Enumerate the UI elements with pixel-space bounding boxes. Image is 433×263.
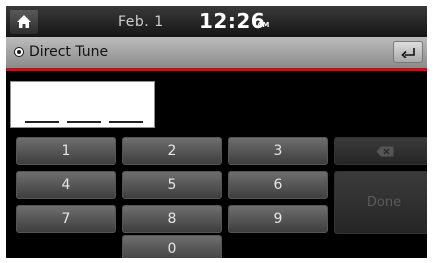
key-0[interactable]: 0 xyxy=(122,235,222,258)
clock-ampm: AM xyxy=(257,21,270,29)
screen: Feb. 1 12:26 AM Direct Tune 1 2 3 4 5 6 … xyxy=(6,6,427,258)
done-button[interactable]: Done xyxy=(334,171,427,234)
key-7[interactable]: 7 xyxy=(16,205,116,233)
back-button[interactable] xyxy=(393,41,423,63)
key-4[interactable]: 4 xyxy=(16,171,116,199)
key-5[interactable]: 5 xyxy=(122,171,222,199)
digit-slot xyxy=(67,121,101,123)
clock-time: 12:26 xyxy=(199,9,266,33)
status-bar: Feb. 1 12:26 AM xyxy=(6,6,427,37)
backspace-icon xyxy=(376,146,394,157)
key-6[interactable]: 6 xyxy=(228,171,328,199)
page-title: Direct Tune xyxy=(29,44,109,60)
radio-indicator-icon xyxy=(14,47,24,57)
frequency-entry-display xyxy=(10,81,155,128)
title-accent-line xyxy=(6,68,427,71)
digit-slot xyxy=(25,121,59,123)
home-button[interactable] xyxy=(10,10,38,34)
key-9[interactable]: 9 xyxy=(228,205,328,233)
date-display: Feb. 1 xyxy=(118,14,164,30)
key-3[interactable]: 3 xyxy=(228,137,328,165)
home-icon xyxy=(17,15,31,28)
delete-button[interactable] xyxy=(334,137,427,165)
title-bar: Direct Tune xyxy=(6,37,427,68)
back-arrow-icon xyxy=(401,48,415,58)
digit-slot xyxy=(109,121,143,123)
key-2[interactable]: 2 xyxy=(122,137,222,165)
key-8[interactable]: 8 xyxy=(122,205,222,233)
key-1[interactable]: 1 xyxy=(16,137,116,165)
